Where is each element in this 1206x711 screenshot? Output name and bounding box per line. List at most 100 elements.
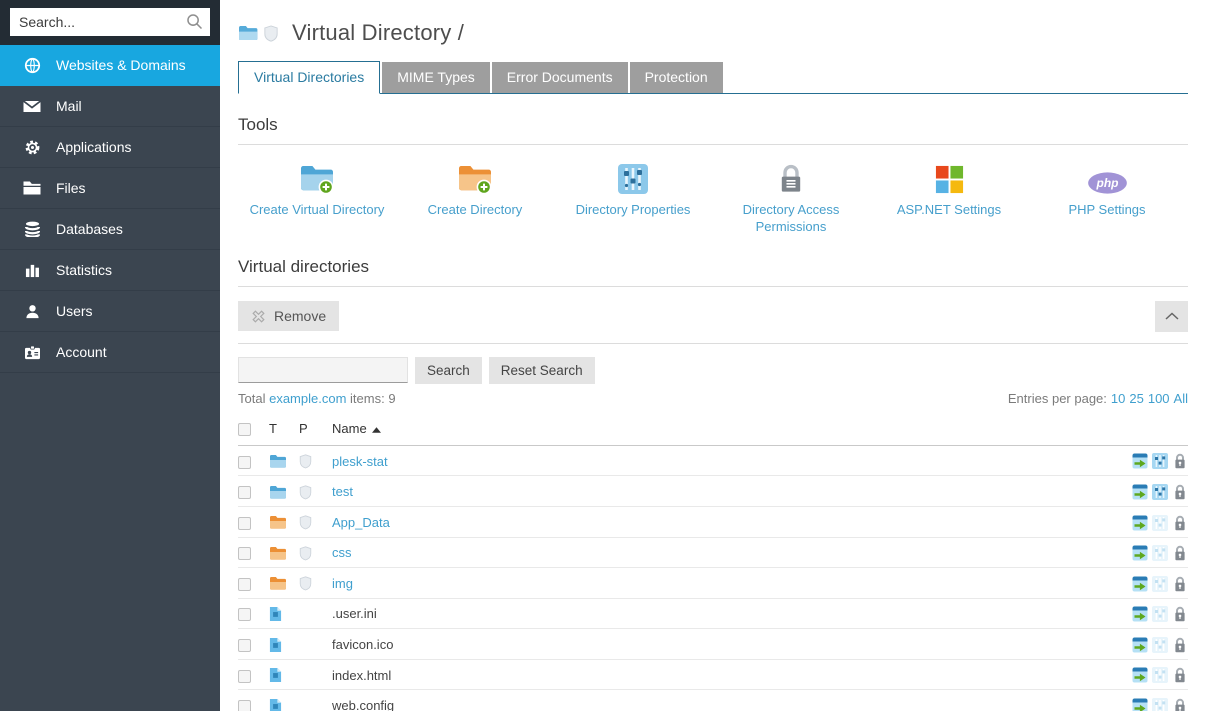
row-checkbox[interactable] bbox=[238, 517, 251, 530]
properties-icon bbox=[1152, 637, 1168, 653]
permissions-lock-icon[interactable] bbox=[1172, 484, 1188, 500]
folder-icon bbox=[269, 485, 287, 500]
open-in-web-icon[interactable] bbox=[1132, 667, 1148, 683]
tool-label[interactable]: Directory Access Permissions bbox=[712, 202, 870, 236]
file-icon bbox=[269, 637, 282, 653]
tool-label[interactable]: PHP Settings bbox=[1028, 202, 1186, 219]
open-in-web-icon[interactable] bbox=[1132, 453, 1148, 469]
tool-create-directory[interactable]: Create Directory bbox=[396, 150, 554, 236]
entries-option-100[interactable]: 100 bbox=[1148, 391, 1170, 406]
reset-search-button[interactable]: Reset Search bbox=[489, 357, 595, 384]
properties-icon[interactable] bbox=[1152, 453, 1168, 469]
tab-virtual-directories[interactable]: Virtual Directories bbox=[238, 61, 380, 94]
sidebar-item-label: Websites & Domains bbox=[56, 57, 186, 73]
row-checkbox[interactable] bbox=[238, 547, 251, 560]
permissions-lock-icon[interactable] bbox=[1172, 545, 1188, 561]
tab-protection[interactable]: Protection bbox=[630, 62, 723, 93]
entries-option-10[interactable]: 10 bbox=[1111, 391, 1125, 406]
row-checkbox[interactable] bbox=[238, 670, 251, 683]
mail-icon bbox=[20, 99, 44, 113]
shield-icon[interactable] bbox=[299, 454, 312, 469]
row-checkbox[interactable] bbox=[238, 486, 251, 499]
row-name-link[interactable]: App_Data bbox=[332, 515, 390, 530]
virtual-directories-title: Virtual directories bbox=[238, 257, 1188, 277]
tab-error-documents[interactable]: Error Documents bbox=[492, 62, 628, 93]
sidebar-item-files[interactable]: Files bbox=[0, 168, 220, 209]
sidebar-item-label: Statistics bbox=[56, 262, 112, 278]
properties-icon bbox=[1152, 667, 1168, 683]
row-checkbox[interactable] bbox=[238, 639, 251, 652]
entries-option-all[interactable]: All bbox=[1174, 391, 1188, 406]
sidebar-item-users[interactable]: Users bbox=[0, 291, 220, 332]
permissions-lock-icon[interactable] bbox=[1172, 576, 1188, 592]
search-button[interactable]: Search bbox=[415, 357, 482, 384]
filter-input[interactable] bbox=[238, 357, 408, 383]
column-name[interactable]: Name bbox=[332, 417, 1112, 446]
column-type[interactable]: T bbox=[269, 417, 299, 446]
open-in-web-icon[interactable] bbox=[1132, 698, 1148, 711]
permissions-lock-icon[interactable] bbox=[1172, 698, 1188, 711]
table-row: App_Data bbox=[238, 506, 1188, 537]
sidebar-item-mail[interactable]: Mail bbox=[0, 86, 220, 127]
sidebar-item-applications[interactable]: Applications bbox=[0, 127, 220, 168]
permissions-lock-icon[interactable] bbox=[1172, 453, 1188, 469]
properties-icon[interactable] bbox=[1152, 484, 1168, 500]
shield-icon[interactable] bbox=[299, 546, 312, 561]
tool-label[interactable]: ASP.NET Settings bbox=[870, 202, 1028, 219]
row-checkbox[interactable] bbox=[238, 700, 251, 711]
entries-option-25[interactable]: 25 bbox=[1129, 391, 1143, 406]
column-protection[interactable]: P bbox=[299, 417, 332, 446]
permissions-lock-icon[interactable] bbox=[1172, 606, 1188, 622]
sidebar-menu: Websites & Domains MailApplicationsFilesD… bbox=[0, 45, 220, 373]
table-row: test bbox=[238, 476, 1188, 507]
collapse-button[interactable] bbox=[1155, 301, 1188, 332]
row-checkbox[interactable] bbox=[238, 608, 251, 621]
tool-asp-net-settings[interactable]: ASP.NET Settings bbox=[870, 150, 1028, 236]
sidebar-item-databases[interactable]: Databases bbox=[0, 209, 220, 250]
permissions-lock-icon[interactable] bbox=[1172, 515, 1188, 531]
select-all-checkbox[interactable] bbox=[238, 423, 251, 436]
sidebar-item-websites-domains[interactable]: Websites & Domains bbox=[0, 45, 220, 86]
folder-icon bbox=[269, 515, 287, 530]
domain-link[interactable]: example.com bbox=[269, 391, 346, 406]
tool-php-settings[interactable]: phpPHP Settings bbox=[1028, 150, 1186, 236]
permissions-lock-icon[interactable] bbox=[1172, 667, 1188, 683]
chart-icon bbox=[20, 263, 44, 278]
chevron-up-icon bbox=[1165, 312, 1179, 320]
row-name-link[interactable]: plesk-stat bbox=[332, 454, 388, 469]
sidebar-item-account[interactable]: Account bbox=[0, 332, 220, 373]
remove-button[interactable]: Remove bbox=[238, 301, 339, 331]
permissions-lock-icon[interactable] bbox=[1172, 637, 1188, 653]
row-checkbox[interactable] bbox=[238, 578, 251, 591]
open-in-web-icon[interactable] bbox=[1132, 484, 1148, 500]
sidebar-item-statistics[interactable]: Statistics bbox=[0, 250, 220, 291]
entries-per-page: Entries per page:1025100All bbox=[1008, 391, 1188, 406]
tool-label[interactable]: Create Virtual Directory bbox=[238, 202, 396, 219]
tab-mime-types[interactable]: MIME Types bbox=[382, 62, 490, 93]
row-name-link[interactable]: img bbox=[332, 576, 353, 591]
folder-icon bbox=[238, 25, 258, 41]
search-input[interactable] bbox=[10, 8, 210, 36]
tool-label[interactable]: Create Directory bbox=[396, 202, 554, 219]
folder-blue-plus-icon bbox=[238, 159, 396, 195]
tool-directory-properties[interactable]: Directory Properties bbox=[554, 150, 712, 236]
open-in-web-icon[interactable] bbox=[1132, 576, 1148, 592]
tool-directory-access-permissions[interactable]: Directory Access Permissions bbox=[712, 150, 870, 236]
page-title: Virtual Directory / bbox=[292, 20, 464, 46]
shield-icon[interactable] bbox=[299, 515, 312, 530]
shield-icon bbox=[263, 25, 279, 42]
shield-icon[interactable] bbox=[299, 485, 312, 500]
tool-create-virtual-directory[interactable]: Create Virtual Directory bbox=[238, 150, 396, 236]
open-in-web-icon[interactable] bbox=[1132, 545, 1148, 561]
row-name-link[interactable]: test bbox=[332, 484, 353, 499]
search-icon[interactable] bbox=[186, 13, 203, 35]
shield-icon[interactable] bbox=[299, 576, 312, 591]
list-meta-top: Total example.com items: 9 Entries per p… bbox=[238, 391, 1188, 406]
open-in-web-icon[interactable] bbox=[1132, 637, 1148, 653]
tool-label[interactable]: Directory Properties bbox=[554, 202, 712, 219]
row-checkbox[interactable] bbox=[238, 456, 251, 469]
row-name-link[interactable]: css bbox=[332, 545, 352, 560]
open-in-web-icon[interactable] bbox=[1132, 515, 1148, 531]
open-in-web-icon[interactable] bbox=[1132, 606, 1148, 622]
properties-icon bbox=[1152, 576, 1168, 592]
